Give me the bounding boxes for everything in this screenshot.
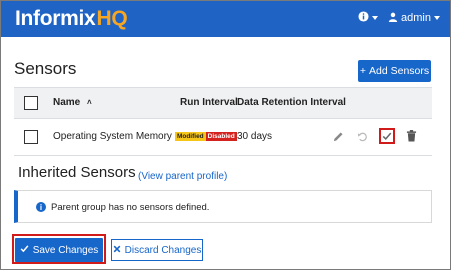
add-sensors-button[interactable]: + Add Sensors [358, 60, 431, 82]
sensor-name-cell: Operating System Memory Modified Disabled [53, 131, 237, 142]
chevron-down-icon [372, 16, 379, 20]
retention-cell: 30 days [237, 131, 273, 142]
sensors-table: Name ˄ Run Interval Data Retention Inter… [14, 87, 432, 156]
check-icon [20, 244, 29, 256]
app-window: InformixHQ admin Sensors + Add Sensors N… [0, 0, 451, 270]
save-changes-button[interactable]: Save Changes [15, 238, 103, 262]
info-icon [358, 11, 369, 25]
logo-accent: HQ [96, 7, 128, 30]
check-icon[interactable] [379, 128, 395, 144]
undo-icon[interactable] [355, 129, 369, 143]
view-parent-profile-link[interactable]: (View parent profile) [138, 171, 227, 182]
column-header-name[interactable]: Name ˄ [53, 97, 92, 108]
logo[interactable]: InformixHQ [15, 7, 128, 31]
page-title: Sensors [14, 59, 77, 78]
row-checkbox[interactable] [24, 130, 38, 144]
info-alert: i Parent group has no sensors defined. [14, 190, 432, 223]
sensor-name: Operating System Memory [53, 131, 172, 142]
discard-changes-button[interactable]: Discard Changes [111, 239, 203, 261]
pencil-icon[interactable] [331, 129, 345, 143]
sort-asc-icon: ˄ [87, 98, 92, 107]
add-sensors-label: Add Sensors [369, 65, 430, 77]
user-menu[interactable]: admin [388, 12, 440, 25]
close-icon [113, 245, 121, 256]
info-icon: i [36, 202, 46, 212]
inherited-sensors-title: Inherited Sensors [18, 164, 136, 181]
top-right-menu: admin [358, 11, 440, 25]
discard-label: Discard Changes [124, 244, 202, 256]
modified-badge: Modified [174, 131, 206, 141]
user-icon [388, 12, 398, 25]
trash-icon[interactable] [404, 129, 418, 143]
select-all-checkbox[interactable] [24, 96, 38, 110]
save-label: Save Changes [32, 244, 99, 256]
top-bar: InformixHQ admin [1, 1, 450, 37]
table-row: Operating System Memory Modified Disabled … [14, 119, 432, 156]
user-name: admin [401, 12, 431, 24]
plus-icon: + [359, 65, 366, 77]
help-menu[interactable] [358, 11, 379, 25]
table-header: Name ˄ Run Interval Data Retention Inter… [14, 87, 432, 119]
logo-text: Informix [15, 7, 96, 30]
chevron-down-icon [434, 16, 440, 20]
column-header-run-interval[interactable]: Run Interval [180, 97, 238, 108]
disabled-badge: Disabled [205, 131, 237, 141]
column-header-retention[interactable]: Data Retention Interval [237, 97, 346, 108]
info-message: Parent group has no sensors defined. [51, 202, 210, 213]
